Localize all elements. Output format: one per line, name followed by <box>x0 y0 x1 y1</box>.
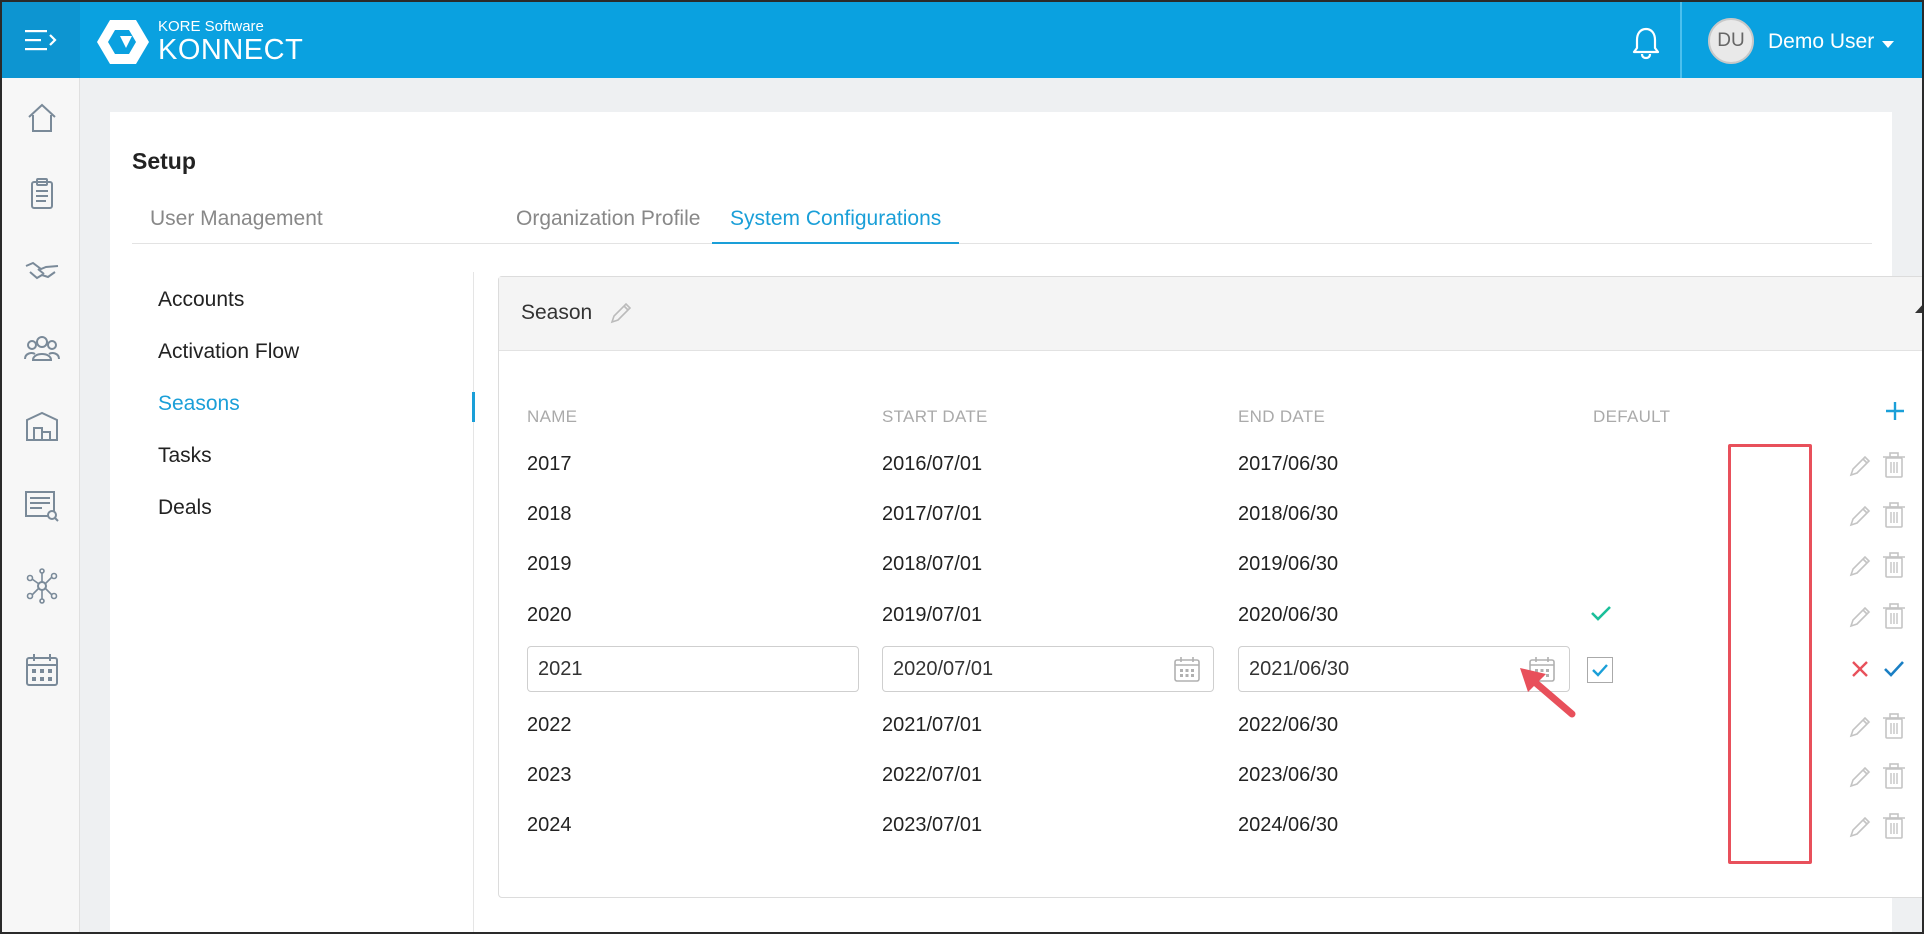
column-header-start-date: START DATE <box>882 407 988 426</box>
row-start-date: 2016/07/01 <box>882 453 983 475</box>
plus-icon[interactable] <box>1883 399 1907 423</box>
trash-icon[interactable] <box>1881 812 1907 840</box>
checkmark-icon <box>1592 664 1608 677</box>
row-actions <box>1847 812 1917 842</box>
nav-rail <box>2 78 80 932</box>
pencil-icon[interactable] <box>1847 501 1873 529</box>
group-icon[interactable] <box>24 330 60 366</box>
brand-company: KORE Software <box>158 18 264 35</box>
start-date-input[interactable] <box>882 646 1214 692</box>
page-title: Setup <box>132 148 196 174</box>
row-name: 2022 <box>527 714 572 736</box>
row-start-date: 2023/07/01 <box>882 814 983 836</box>
pencil-icon[interactable] <box>1847 712 1873 740</box>
row-actions <box>1847 602 1917 632</box>
handshake-icon[interactable] <box>24 252 60 288</box>
season-name-input[interactable] <box>527 646 859 692</box>
pencil-icon[interactable] <box>1847 812 1873 840</box>
trash-icon[interactable] <box>1881 762 1907 790</box>
tab-user-management[interactable]: User Management <box>132 198 341 244</box>
panel-title: Season <box>521 301 593 324</box>
row-name: 2023 <box>527 764 572 786</box>
caret-up-icon[interactable] <box>1915 303 1922 313</box>
bell-icon[interactable] <box>1630 26 1662 60</box>
avatar[interactable]: DU <box>1708 18 1754 64</box>
trash-icon[interactable] <box>1881 712 1907 740</box>
brand-product: KONNECT <box>158 34 304 66</box>
row-edit-actions <box>1847 654 1917 684</box>
save-check-icon[interactable] <box>1881 654 1907 682</box>
side-item-tasks[interactable]: Tasks <box>158 444 212 468</box>
chevron-down-icon[interactable] <box>1882 41 1894 48</box>
pencil-icon[interactable] <box>609 301 633 325</box>
close-icon[interactable] <box>1847 654 1873 682</box>
network-icon[interactable] <box>24 568 60 604</box>
report-search-icon[interactable] <box>24 488 60 524</box>
default-checkbox[interactable] <box>1587 657 1613 683</box>
row-actions <box>1847 451 1917 481</box>
side-item-seasons[interactable]: Seasons <box>158 392 240 416</box>
pencil-icon[interactable] <box>1847 451 1873 479</box>
row-start-date: 2017/07/01 <box>882 503 983 525</box>
row-end-date: 2023/06/30 <box>1238 764 1339 786</box>
row-start-date: 2018/07/01 <box>882 553 983 575</box>
row-start-date: 2022/07/01 <box>882 764 983 786</box>
row-start-date: 2021/07/01 <box>882 714 983 736</box>
warehouse-icon[interactable] <box>24 408 60 444</box>
row-end-date: 2019/06/30 <box>1238 553 1339 575</box>
kore-logo-icon <box>97 20 149 64</box>
user-menu-name[interactable]: Demo User <box>1768 30 1874 54</box>
row-name: 2020 <box>527 604 572 626</box>
row-name: 2024 <box>527 814 572 836</box>
calendar-icon[interactable] <box>1173 655 1201 683</box>
tab-system-configurations[interactable]: System Configurations <box>712 198 960 244</box>
column-header-default: DEFAULT <box>1593 407 1671 426</box>
top-bar: KORE Software KONNECT DU Demo User <box>2 2 1922 78</box>
panel-header: Season <box>499 277 1922 351</box>
trash-icon[interactable] <box>1881 551 1907 579</box>
default-check-icon <box>1591 606 1611 621</box>
annotation-arrow-icon <box>1520 668 1576 718</box>
config-side-menu: Accounts Activation Flow Seasons Tasks D… <box>132 272 475 932</box>
row-end-date: 2022/06/30 <box>1238 714 1339 736</box>
row-actions <box>1847 551 1917 581</box>
home-icon[interactable] <box>24 100 60 136</box>
season-panel: Season NAME START DATE END DATE DEFAULT … <box>498 276 1922 898</box>
side-item-deals[interactable]: Deals <box>158 496 212 520</box>
row-end-date: 2020/06/30 <box>1238 604 1339 626</box>
calendar-icon[interactable] <box>24 652 60 688</box>
side-item-accounts[interactable]: Accounts <box>158 288 244 312</box>
row-end-date: 2017/06/30 <box>1238 453 1339 475</box>
row-end-date: 2018/06/30 <box>1238 503 1339 525</box>
row-name: 2019 <box>527 553 572 575</box>
side-item-activation-flow[interactable]: Activation Flow <box>158 340 299 364</box>
topbar-divider <box>1680 2 1682 78</box>
pencil-icon[interactable] <box>1847 551 1873 579</box>
row-start-date: 2019/07/01 <box>882 604 983 626</box>
row-name: 2018 <box>527 503 572 525</box>
row-name: 2017 <box>527 453 572 475</box>
row-actions <box>1847 501 1917 531</box>
trash-icon[interactable] <box>1881 501 1907 529</box>
clipboard-icon[interactable] <box>24 176 60 212</box>
column-header-name: NAME <box>527 407 578 426</box>
content-card: Setup User Management Organization Profi… <box>110 112 1922 932</box>
trash-icon[interactable] <box>1881 602 1907 630</box>
tab-organization-profile[interactable]: Organization Profile <box>498 198 718 244</box>
app-frame: KORE Software KONNECT DU Demo User Setup… <box>0 0 1924 934</box>
pencil-icon[interactable] <box>1847 602 1873 630</box>
menu-toggle-button[interactable] <box>2 2 80 78</box>
trash-icon[interactable] <box>1881 451 1907 479</box>
hamburger-expand-icon <box>25 30 57 51</box>
side-active-indicator <box>472 392 475 422</box>
row-actions <box>1847 712 1917 742</box>
row-end-date: 2024/06/30 <box>1238 814 1339 836</box>
row-actions <box>1847 762 1917 792</box>
tab-bar: User Management Organization Profile Sys… <box>132 198 1872 244</box>
column-header-end-date: END DATE <box>1238 407 1326 426</box>
pencil-icon[interactable] <box>1847 762 1873 790</box>
